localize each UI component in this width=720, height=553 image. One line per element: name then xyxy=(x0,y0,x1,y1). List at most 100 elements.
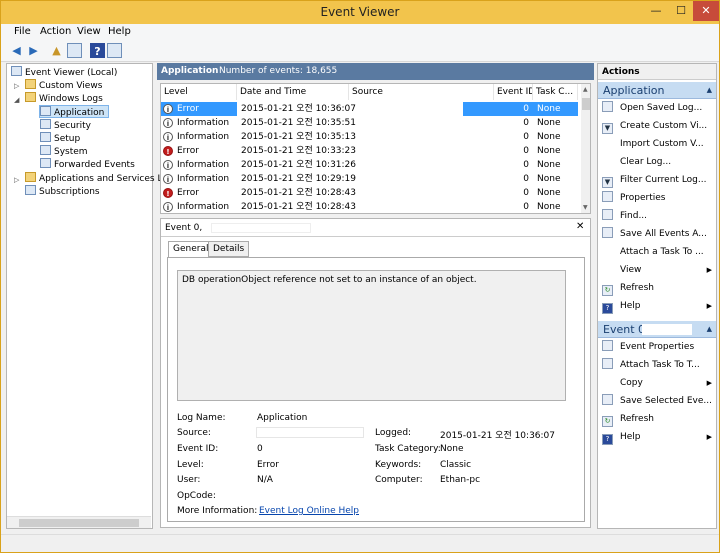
help-icon[interactable]: ? xyxy=(90,43,105,58)
binoculars-icon xyxy=(602,209,613,220)
event-datetime: 2015-01-21 오전 10:28:43 xyxy=(241,202,357,212)
expand-arrow-icon[interactable]: ▷ xyxy=(14,176,19,184)
action-open-saved-log[interactable]: Open Saved Log... xyxy=(602,101,714,116)
log-icon xyxy=(40,106,51,116)
tree-log-setup[interactable]: Setup xyxy=(40,132,80,145)
action-refresh[interactable]: ↻ Refresh xyxy=(602,281,714,296)
collapse-icon[interactable]: ▲ xyxy=(707,321,712,338)
action-label: View xyxy=(620,265,642,275)
column-event-id[interactable]: Event ID xyxy=(494,84,533,100)
tree-custom-views[interactable]: Custom Views xyxy=(25,79,102,92)
value-computer: Ethan-pc xyxy=(440,475,481,485)
table-row[interactable]: i Error 2015-01-21 오전 10:36:07 0 None xyxy=(161,102,578,116)
close-button[interactable]: ✕ xyxy=(693,1,719,21)
action-view[interactable]: View ▶ xyxy=(602,263,714,278)
scrollbar-thumb[interactable] xyxy=(582,98,590,110)
tree-windows-logs-label: Windows Logs xyxy=(39,94,103,104)
event-level: Information xyxy=(177,174,230,184)
table-row[interactable]: i Information 2015-01-21 오전 10:31:26 0 N… xyxy=(161,158,578,172)
column-source[interactable]: Source xyxy=(349,84,494,100)
minimize-button[interactable]: — xyxy=(643,1,669,21)
help-icon: ? xyxy=(602,303,613,314)
actions-section-application[interactable]: Application ▲ xyxy=(598,82,716,99)
action-attach-task-to-event[interactable]: Attach Task To T... xyxy=(602,358,714,373)
table-row[interactable]: ! Error 2015-01-21 오전 10:33:23 0 None xyxy=(161,144,578,158)
tree-apps-services[interactable]: Applications and Services Lo xyxy=(25,172,168,185)
action-save-all-events[interactable]: Save All Events A... xyxy=(602,227,714,242)
tree-windows-logs[interactable]: Windows Logs xyxy=(25,92,103,105)
event-task: None xyxy=(537,188,561,198)
scroll-up-icon[interactable]: ▲ xyxy=(583,86,588,93)
collapse-arrow-icon[interactable]: ◢ xyxy=(14,96,19,104)
up-folder-icon[interactable]: ▲ xyxy=(49,43,64,58)
action-event-properties[interactable]: Event Properties xyxy=(602,340,714,355)
action-clear-log[interactable]: Clear Log... xyxy=(602,155,714,170)
action-save-selected-events[interactable]: Save Selected Eve... xyxy=(602,394,714,409)
information-icon: i xyxy=(163,104,173,114)
table-row[interactable]: i Information 2015-01-21 오전 10:35:13 0 N… xyxy=(161,130,578,144)
event-list-vertical-scrollbar[interactable]: ▲ ▼ xyxy=(581,84,590,213)
label-opcode: OpCode: xyxy=(177,491,216,501)
table-row[interactable]: i Information 2015-01-21 오전 10:28:43 0 N… xyxy=(161,200,578,213)
scrollbar-thumb[interactable] xyxy=(19,519,139,527)
tree-root[interactable]: Event Viewer (Local) xyxy=(11,66,117,79)
action-properties[interactable]: Properties xyxy=(602,191,714,206)
expand-arrow-icon[interactable]: ▷ xyxy=(14,82,19,90)
menu-action[interactable]: Action xyxy=(40,26,71,37)
table-row[interactable]: i Information 2015-01-21 오전 10:35:51 0 N… xyxy=(161,116,578,130)
status-bar xyxy=(1,534,719,552)
action-help-event[interactable]: ? Help ▶ xyxy=(602,430,714,445)
tree-subscriptions[interactable]: Subscriptions xyxy=(25,185,100,198)
menu-help[interactable]: Help xyxy=(108,26,131,37)
tree-log-label: Application xyxy=(54,108,105,118)
show-hide-tree-icon[interactable] xyxy=(67,43,82,58)
detail-close-icon[interactable]: ✕ xyxy=(576,221,584,232)
forward-arrow-icon[interactable]: ▶ xyxy=(26,43,41,58)
action-help[interactable]: ? Help ▶ xyxy=(602,299,714,314)
submenu-arrow-icon: ▶ xyxy=(706,379,712,387)
tree-log-label: Security xyxy=(54,121,91,131)
tree-log-system[interactable]: System xyxy=(40,145,88,158)
action-filter-current-log[interactable]: ▼ Filter Current Log... xyxy=(602,173,714,188)
action-copy[interactable]: Copy ▶ xyxy=(602,376,714,391)
action-create-custom-view[interactable]: ▼ Create Custom Vi... xyxy=(602,119,714,134)
window-title: Event Viewer xyxy=(320,5,400,19)
menu-file[interactable]: File xyxy=(14,26,31,37)
action-refresh-event[interactable]: ↻ Refresh xyxy=(602,412,714,427)
action-label: Find... xyxy=(620,211,648,221)
event-level: Information xyxy=(177,118,230,128)
tree-log-security[interactable]: Security xyxy=(40,119,91,132)
table-row[interactable]: ! Error 2015-01-21 오전 10:28:43 0 None xyxy=(161,186,578,200)
log-header-bar: Application Number of events: 18,655 xyxy=(157,63,594,80)
menu-view[interactable]: View xyxy=(77,26,101,37)
scroll-down-icon[interactable]: ▼ xyxy=(583,204,588,211)
action-find[interactable]: Find... xyxy=(602,209,714,224)
tree-horizontal-scrollbar[interactable] xyxy=(7,516,151,528)
table-row[interactable]: i Information 2015-01-21 오전 10:29:19 0 N… xyxy=(161,172,578,186)
event-datetime: 2015-01-21 오전 10:36:07 xyxy=(241,104,357,114)
actions-section-event[interactable]: Event 0, ▲ xyxy=(598,321,716,338)
event-datetime: 2015-01-21 오전 10:33:23 xyxy=(241,146,357,156)
show-hide-actions-icon[interactable] xyxy=(107,43,122,58)
event-datetime: 2015-01-21 오전 10:35:13 xyxy=(241,132,357,142)
back-arrow-icon[interactable]: ◀ xyxy=(9,43,24,58)
tree-log-forwarded-events[interactable]: Forwarded Events xyxy=(40,158,135,171)
tab-details[interactable]: Details xyxy=(208,241,250,257)
collapse-icon[interactable]: ▲ xyxy=(707,82,712,99)
action-attach-task[interactable]: Attach a Task To ... xyxy=(602,245,714,260)
column-date-time[interactable]: Date and Time xyxy=(237,84,349,100)
action-label: Attach Task To T... xyxy=(620,360,700,370)
blank-icon xyxy=(602,155,613,166)
tab-general[interactable]: General xyxy=(168,241,214,258)
tree-log-application[interactable]: Application xyxy=(39,105,110,118)
event-log-online-help-link[interactable]: Event Log Online Help xyxy=(259,506,359,516)
maximize-button[interactable]: ☐ xyxy=(669,1,693,21)
event-level: Error xyxy=(177,188,199,198)
log-name: Application xyxy=(161,66,219,76)
column-level[interactable]: Level xyxy=(161,84,237,100)
tree-root-label: Event Viewer (Local) xyxy=(25,68,118,78)
value-event-id: 0 xyxy=(257,444,263,454)
action-import-custom-view[interactable]: Import Custom V... xyxy=(602,137,714,152)
action-label: Refresh xyxy=(620,414,654,424)
column-task-category[interactable]: Task C... xyxy=(533,84,578,100)
